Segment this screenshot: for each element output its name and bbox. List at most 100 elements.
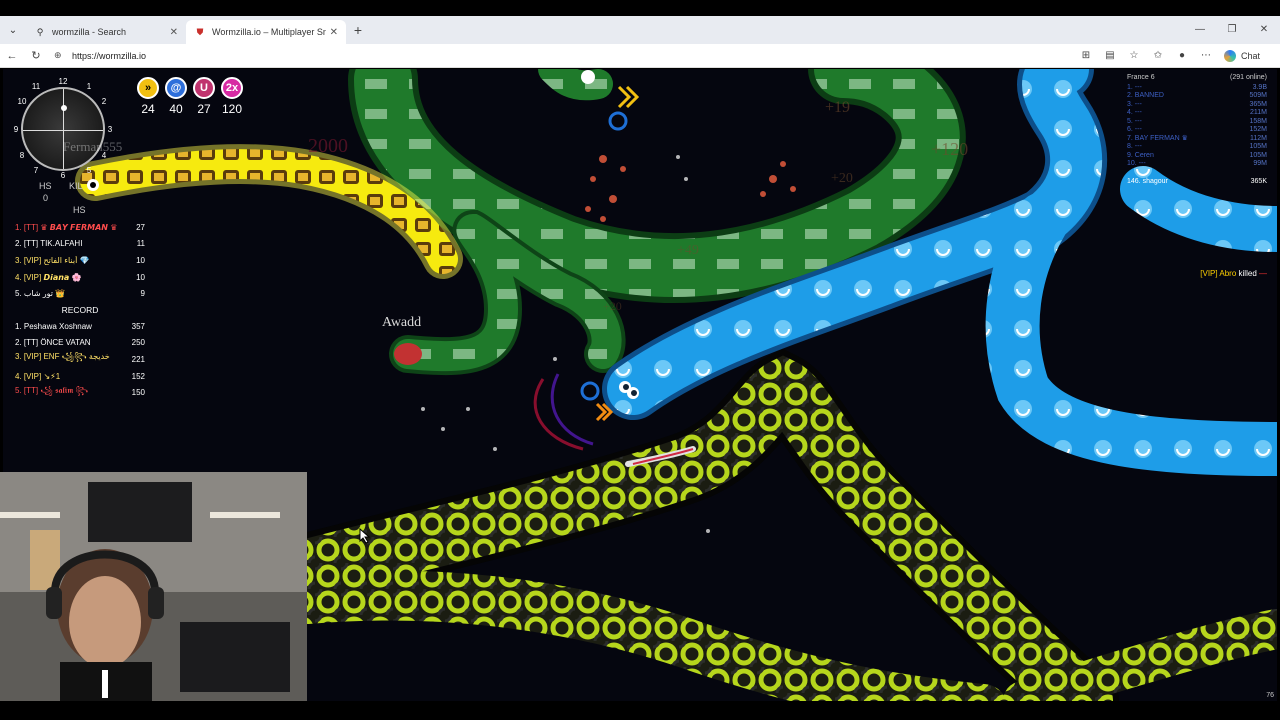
tab-list-button[interactable]: ⌄ [0, 16, 26, 44]
kill-feed-player: [VIP] Abro [1200, 269, 1237, 278]
room-leaderboard: 1. [TT] ♛ 𝘽𝘼𝙔 𝙁𝙀𝙍𝙈𝘼𝙉 ♛ 27 2. [TT] TIK.ALF… [15, 219, 145, 401]
floating-score: +49 [677, 243, 699, 258]
powerup-speed[interactable]: » 24 [136, 77, 160, 116]
minimap-number: 12 [58, 77, 68, 86]
global-leaderboard-row: 9. Ceren 105M [1127, 151, 1267, 159]
server-header: France 6 (291 online) [1127, 71, 1267, 83]
app-available-icon[interactable]: ⊞ [1074, 50, 1098, 61]
tab-title: wormzilla - Search [52, 27, 127, 37]
minimap-player-name: Ferman555 [63, 139, 123, 154]
blue-snake-body [985, 192, 1277, 476]
minimap-number: 2 [101, 97, 107, 106]
navigation-bar: ← ↻ ⊕ https://wormzilla.io ⊞ ▤ ☆ ✩ ● ⋯ C… [0, 44, 1280, 68]
minimap-number: 5 [86, 166, 92, 175]
minimap-number: 8 [19, 151, 25, 160]
chat-label: Chat [1241, 50, 1261, 61]
tab-search[interactable]: ⚲ wormzilla - Search ✕ [26, 20, 186, 44]
global-leaderboard-row: 5. --- 158M [1127, 117, 1267, 125]
minimap-number: 3 [107, 125, 113, 134]
webcam-overlay [0, 472, 307, 702]
kill-feed: [VIP] Abro killed — [1200, 269, 1267, 278]
streamer-face [69, 576, 141, 668]
top-letterbox [0, 0, 1280, 16]
shield-icon: ⛊ [196, 26, 204, 37]
window-controls: — ❐ ✕ [1184, 16, 1280, 44]
close-window-icon[interactable]: ✕ [1248, 16, 1280, 44]
hs-value: 0 [43, 193, 49, 203]
my-rank-row: 146. shagour 365K [1127, 178, 1267, 185]
profile-icon[interactable]: ● [1170, 50, 1194, 61]
bottom-letterbox [0, 701, 1280, 720]
floating-score: +19 [825, 99, 851, 116]
tab-wormzilla[interactable]: ⛊ Wormzilla.io – Multiplayer Snake G ✕ [186, 20, 346, 44]
powerup-magnet-spiral[interactable]: @ 40 [164, 77, 188, 116]
url-text: https://wormzilla.io [72, 50, 147, 61]
powerup-count: 40 [169, 102, 183, 116]
close-tab-icon[interactable]: ✕ [170, 27, 178, 38]
chevron-down-icon: ⌄ [8, 24, 18, 36]
webcam-scene [0, 472, 307, 702]
global-leaderboard-row: 8. --- 105M [1127, 143, 1267, 151]
hs-under-label: HS [73, 205, 86, 215]
global-leaderboard-row: 6. --- 152M [1127, 126, 1267, 134]
wall-tv [88, 482, 192, 542]
toolbar-icons: ⊞ ▤ ☆ ✩ ● ⋯ [1074, 50, 1218, 61]
global-leaderboard-row: 3. --- 365M [1127, 100, 1267, 108]
kill-feed-marker: — [1259, 269, 1267, 278]
tab-strip: ⌄ ⚲ wormzilla - Search ✕ ⛊ Wormzilla.io … [0, 16, 1280, 44]
magnet-spiral-icon: @ [165, 77, 187, 99]
close-tab-icon[interactable]: ✕ [330, 27, 338, 38]
refresh-icon[interactable]: ↻ [24, 49, 48, 62]
online-count: (291 online) [1230, 73, 1267, 81]
record-row: 3. [VIP] ENF ꧁꧂ خدیجة 221 [15, 352, 145, 364]
powerup-count: 24 [141, 102, 155, 116]
double-icon: 2x [221, 77, 243, 99]
powerup-magnet[interactable]: U 27 [192, 77, 216, 116]
restore-icon[interactable]: ❐ [1216, 16, 1248, 44]
reading-view-icon[interactable]: ▤ [1098, 50, 1122, 61]
floating-score: +20 [831, 171, 853, 186]
site-info-icon[interactable]: ⊕ [54, 50, 68, 61]
copilot-chat-button[interactable]: Chat [1224, 49, 1261, 62]
leaderboard-row: 1. [TT] ♛ 𝘽𝘼𝙔 𝙁𝙀𝙍𝙈𝘼𝙉 ♛ 27 [15, 222, 145, 232]
global-leaderboard-row: 2. BANNED 509M [1127, 92, 1267, 100]
player-name-label: Awadd [382, 315, 422, 330]
minimap-number: 7 [33, 166, 39, 175]
leaderboard-row: 2. [TT] TIK.ALFAHI 11 [15, 239, 145, 249]
leaderboard-row: 4. [VIP] 𝘿𝙞𝙖𝙣𝙖 🌸 10 [15, 272, 145, 282]
record-row: 2. [TT] ÖNCE VATAN 250 [15, 338, 145, 348]
leaderboard-row: 5. تور شاب 👑 9 [15, 289, 145, 299]
minimap-number: 10 [17, 97, 27, 106]
global-leaderboard: France 6 (291 online) 1. --- 3.9B 2. BANN… [1127, 71, 1267, 186]
minimap [21, 87, 105, 171]
address-bar[interactable]: ⊕ https://wormzilla.io [54, 47, 1074, 65]
minimize-icon[interactable]: — [1184, 16, 1216, 44]
awadd-snake-head [394, 343, 422, 365]
snake-eye [581, 70, 595, 84]
fps-counter: 76 [1266, 692, 1274, 699]
floating-score: 2000 [308, 135, 348, 157]
back-icon[interactable]: ← [0, 50, 24, 62]
powerup-double[interactable]: 2x 120 [220, 77, 244, 116]
kill-feed-verb: killed [1238, 269, 1257, 278]
global-leaderboard-row: 10. --- 99M [1127, 160, 1267, 168]
minimap-number: 9 [13, 125, 19, 134]
minimap-number: 6 [60, 171, 66, 180]
chain-snake-lower [283, 570, 1007, 701]
food-cluster [585, 155, 796, 222]
powerup-count: 27 [197, 102, 211, 116]
favorites-icon[interactable]: ✩ [1146, 50, 1170, 61]
copilot-icon [1224, 49, 1236, 62]
record-row: 5. [TT] ꧁ 𝖘𝖆𝖑𝖎𝖒 ꧂ 150 [15, 385, 145, 398]
tab-title: Wormzilla.io – Multiplayer Snake G [212, 27, 326, 37]
my-score: 365K [1250, 178, 1267, 185]
hs-label: HS [39, 181, 52, 191]
more-icon[interactable]: ⋯ [1194, 50, 1218, 61]
new-tab-button[interactable]: + [346, 22, 370, 38]
search-icon: ⚲ [36, 26, 44, 37]
blue-snake-tail [1120, 166, 1277, 252]
favorite-star-icon[interactable]: ☆ [1122, 50, 1146, 61]
minimap-number: 11 [31, 82, 41, 91]
record-title: RECORD [61, 304, 99, 315]
global-leaderboard-row: 4. --- 211M [1127, 109, 1267, 117]
